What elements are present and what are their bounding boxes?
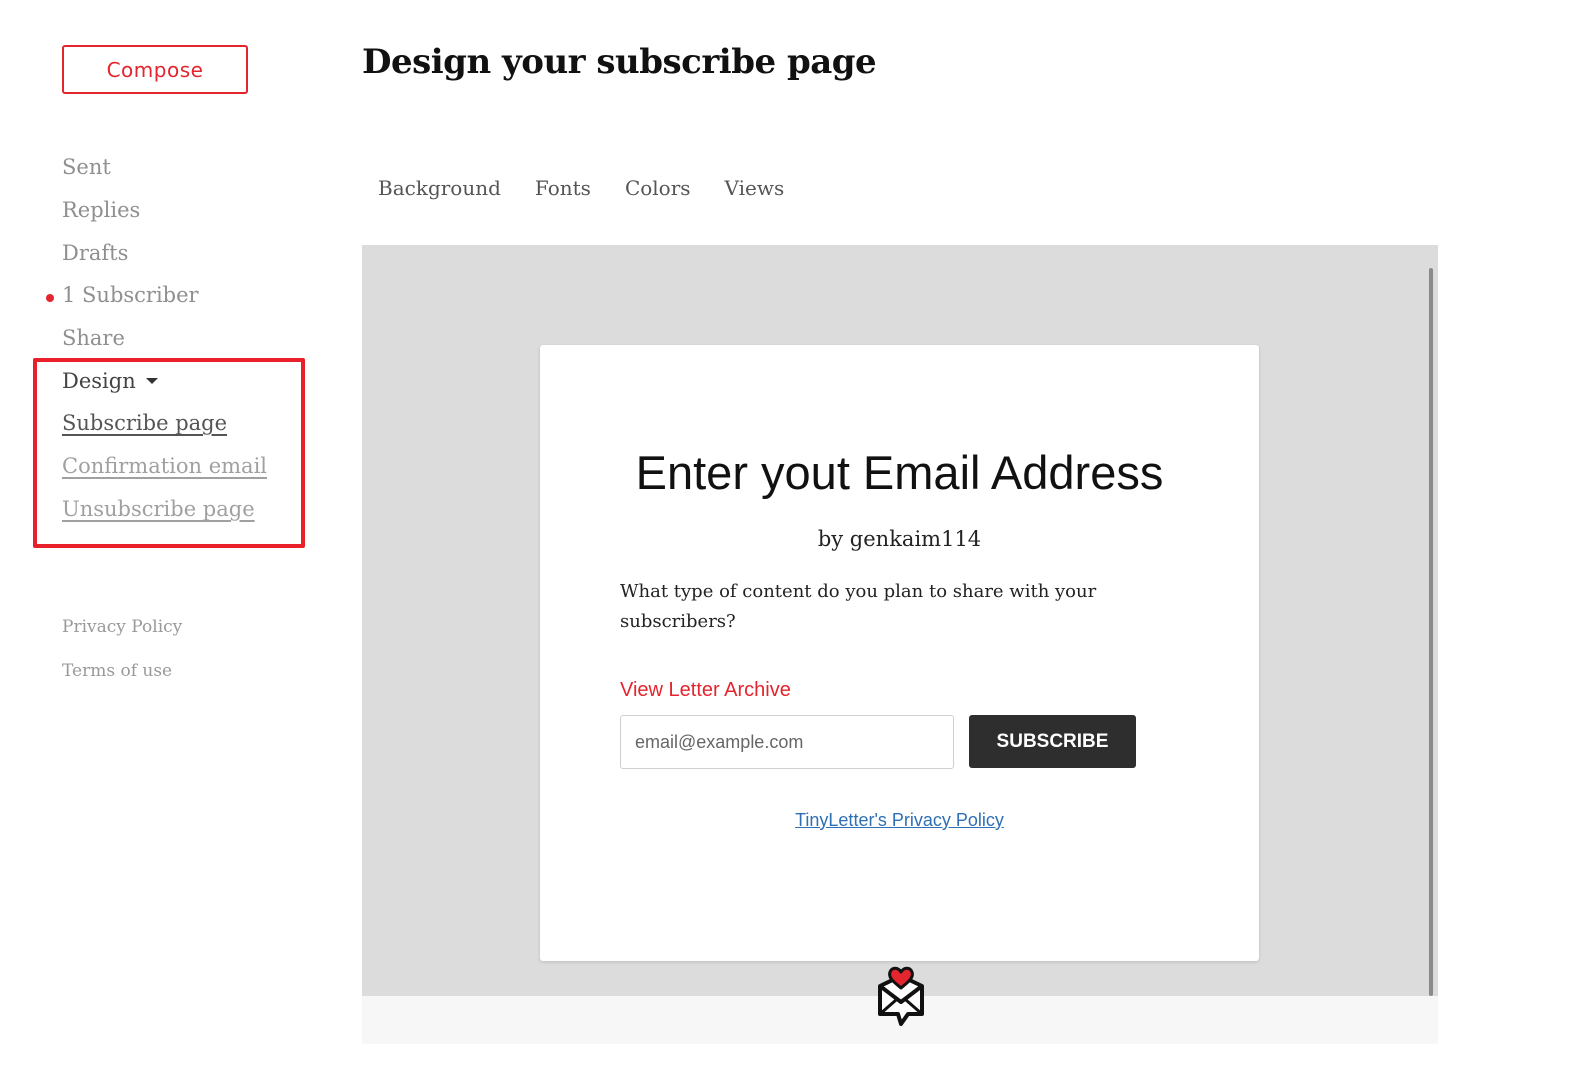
tab-fonts[interactable]: Fonts xyxy=(535,176,591,200)
subscribe-byline: by genkaim114 xyxy=(817,527,982,551)
privacy-policy-link[interactable]: Privacy Policy xyxy=(62,617,182,637)
tab-colors[interactable]: Colors xyxy=(625,176,691,200)
tinyletter-privacy-link[interactable]: TinyLetter's Privacy Policy xyxy=(795,810,1004,830)
tinyletter-privacy-container: TinyLetter's Privacy Policy xyxy=(540,810,1259,831)
page-title: Design your subscribe page xyxy=(362,42,877,82)
sidebar-item-design-label: Design xyxy=(62,369,136,393)
subscribe-card: Enter yout Email Address by genkaim114 W… xyxy=(540,345,1259,961)
sidebar-item-drafts[interactable]: Drafts xyxy=(62,241,128,265)
sidebar-item-replies[interactable]: Replies xyxy=(62,198,140,222)
subscribe-button[interactable]: SUBSCRIBE xyxy=(969,715,1136,768)
red-dot-icon xyxy=(46,294,54,302)
sidebar-item-sent[interactable]: Sent xyxy=(62,155,111,179)
email-input[interactable] xyxy=(620,715,954,769)
compose-button[interactable]: Compose xyxy=(62,45,248,94)
sidebar-item-subscribers[interactable]: 1 Subscriber xyxy=(62,283,199,307)
preview-scrollbar[interactable] xyxy=(1429,268,1433,996)
sidebar-subitem-subscribe-page[interactable]: Subscribe page xyxy=(62,411,227,435)
subscribe-description: What type of content do you plan to shar… xyxy=(620,581,1097,632)
tinyletter-heart-envelope-icon xyxy=(878,966,924,1026)
sidebar-item-design[interactable]: Design xyxy=(62,369,158,393)
sidebar-subitem-confirmation-email[interactable]: Confirmation email xyxy=(62,454,267,478)
sidebar-subitem-unsubscribe-page[interactable]: Unsubscribe page xyxy=(62,497,255,521)
caret-down-icon xyxy=(145,377,158,384)
sidebar-item-share[interactable]: Share xyxy=(62,326,125,350)
design-tabs: Background Fonts Colors Views xyxy=(378,176,784,200)
view-letter-archive-link[interactable]: View Letter Archive xyxy=(620,679,791,702)
tab-background[interactable]: Background xyxy=(378,176,501,200)
subscribe-heading: Enter yout Email Address xyxy=(635,446,1164,499)
tab-views[interactable]: Views xyxy=(725,176,785,200)
terms-of-use-link[interactable]: Terms of use xyxy=(62,661,172,681)
